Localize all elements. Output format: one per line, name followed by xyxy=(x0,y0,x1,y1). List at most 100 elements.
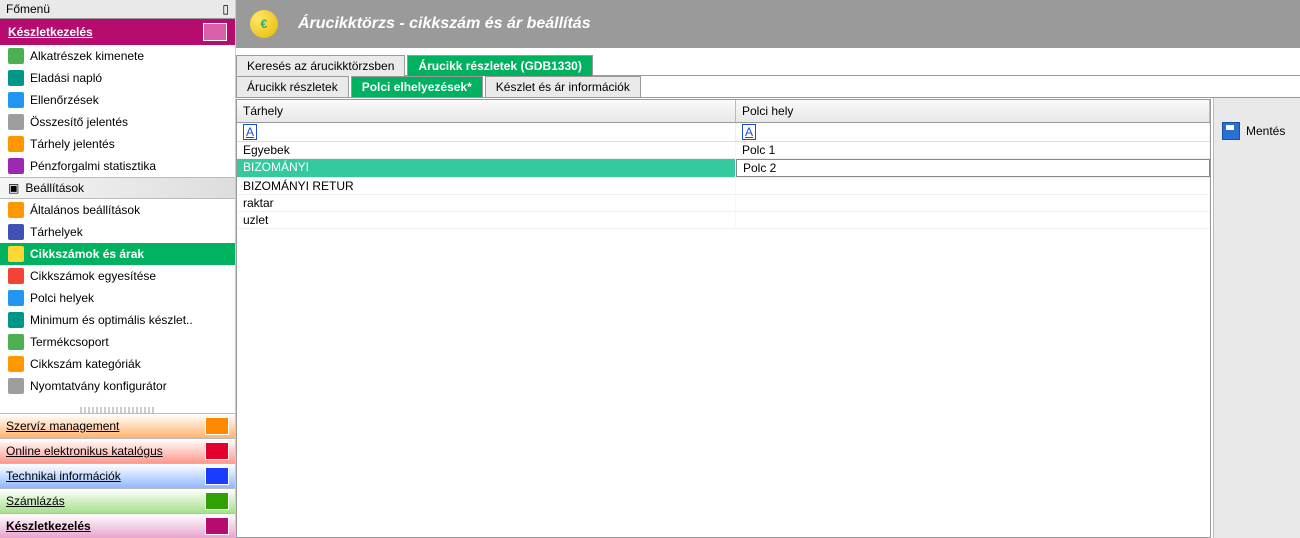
module-bar[interactable]: Technikai információk xyxy=(0,463,235,488)
sidebar-item[interactable]: Alkatrészek kimenete xyxy=(0,45,235,67)
cell-storage[interactable]: BIZOMÁNYI RETUR xyxy=(237,178,736,194)
table-row[interactable]: BIZOMÁNYI RETUR xyxy=(237,178,1210,195)
sidebar-item[interactable]: Termékcsoport xyxy=(0,331,235,353)
sub-tabs: Árucikk részletekPolci elhelyezések*Kész… xyxy=(236,76,1300,98)
filter-shelf[interactable]: A xyxy=(736,123,1210,141)
module-bar-icon xyxy=(205,517,229,535)
sub-tab[interactable]: Árucikk részletek xyxy=(236,76,349,97)
sidebar-item[interactable]: Polci helyek xyxy=(0,287,235,309)
nav-item-icon xyxy=(8,312,24,328)
nav-item-label: Eladási napló xyxy=(30,71,102,85)
module-bar-icon xyxy=(205,442,229,460)
cell-storage[interactable]: Egyebek xyxy=(237,142,736,158)
cell-storage[interactable]: uzlet xyxy=(237,212,736,228)
shelf-input[interactable] xyxy=(743,161,1203,175)
filter-storage[interactable]: A xyxy=(237,123,736,141)
page-title: Árucikktörzs - cikkszám és ár beállítás xyxy=(298,15,591,33)
pin-icon[interactable]: ▯ xyxy=(222,2,229,16)
nav-item-label: Cikkszámok egyesítése xyxy=(30,269,156,283)
euro-icon: € xyxy=(250,10,278,38)
nav-item-icon xyxy=(8,114,24,130)
sidebar-mainmenu-label: Főmenü xyxy=(6,2,50,16)
sidebar-item[interactable]: Cikkszám kategóriák xyxy=(0,353,235,375)
sidebar-section-title: Készletkezelés xyxy=(8,25,93,39)
nav-item-icon xyxy=(8,202,24,218)
sub-tab[interactable]: Készlet és ár információk xyxy=(485,76,641,97)
nav-item-icon xyxy=(8,158,24,174)
nav-item-label: Polci helyek xyxy=(30,291,94,305)
cell-shelf[interactable]: Polc 1 xyxy=(736,142,1210,158)
sidebar-bottom-bars: Szervíz management Online elektronikus ka… xyxy=(0,413,235,538)
table-row[interactable]: EgyebekPolc 1 xyxy=(237,142,1210,159)
nav-item-label: Alkatrészek kimenete xyxy=(30,49,144,63)
sidebar-item[interactable]: Cikkszámok egyesítése xyxy=(0,265,235,287)
nav-item-label: Általános beállítások xyxy=(30,203,140,217)
nav-item-label: Tárhelyek xyxy=(30,225,83,239)
sidebar-item[interactable]: Ellenőrzések xyxy=(0,89,235,111)
module-bar[interactable]: Számlázás xyxy=(0,488,235,513)
sidebar-group-header[interactable]: ▣ Beállítások xyxy=(0,177,235,199)
cell-shelf[interactable] xyxy=(736,159,1210,177)
module-bar-label: Technikai információk xyxy=(6,469,121,483)
nav-item-icon xyxy=(8,378,24,394)
module-bar[interactable]: Online elektronikus katalógus xyxy=(0,438,235,463)
nav-item-icon xyxy=(8,246,24,262)
collapse-icon: ▣ xyxy=(8,181,19,195)
sidebar-section-header[interactable]: Készletkezelés xyxy=(0,19,235,45)
sidebar-nav: Alkatrészek kimenete Eladási napló Ellenőr… xyxy=(0,45,235,407)
nav-item-label: Összesítő jelentés xyxy=(30,115,128,129)
table-row[interactable]: uzlet xyxy=(237,212,1210,229)
save-button[interactable]: Mentés xyxy=(1214,118,1300,144)
nav-item-icon xyxy=(8,334,24,350)
main-tab[interactable]: Keresés az árucikktörzsben xyxy=(236,55,405,76)
sidebar-item[interactable]: Cikkszámok és árak xyxy=(0,243,235,265)
main-panel: € Árucikktörzs - cikkszám és ár beállítá… xyxy=(236,0,1300,538)
module-bar[interactable]: Készletkezelés xyxy=(0,513,235,538)
nav-item-icon xyxy=(8,92,24,108)
nav-item-label: Termékcsoport xyxy=(30,335,109,349)
table-filter-row: A A xyxy=(237,123,1210,142)
nav-item-label: Pénzforgalmi statisztika xyxy=(30,159,156,173)
main-tab[interactable]: Árucikk részletek (GDB1330) xyxy=(407,55,592,76)
nav-item-label: Minimum és optimális készlet.. xyxy=(30,313,193,327)
cell-storage[interactable]: BIZOMÁNYI xyxy=(237,159,736,177)
sidebar-item[interactable]: Pénzforgalmi statisztika xyxy=(0,155,235,177)
sidebar-item[interactable]: Minimum és optimális készlet.. xyxy=(0,309,235,331)
save-icon xyxy=(1222,122,1240,140)
nav-item-icon xyxy=(8,268,24,284)
cell-storage[interactable]: raktar xyxy=(237,195,736,211)
sidebar-mainmenu-header: Főmenü ▯ xyxy=(0,0,235,19)
sub-tab[interactable]: Polci elhelyezések* xyxy=(351,76,483,97)
sidebar-group-label: Beállítások xyxy=(25,181,84,195)
module-bar[interactable]: Szervíz management xyxy=(0,413,235,438)
sidebar-item[interactable]: Tárhelyek xyxy=(0,221,235,243)
sidebar-item[interactable]: Nyomtatvány konfigurátor xyxy=(0,375,235,397)
nav-item-label: Ellenőrzések xyxy=(30,93,99,107)
sidebar-item[interactable]: Tárhely jelentés xyxy=(0,133,235,155)
col-header-shelf[interactable]: Polci hely xyxy=(736,100,1210,122)
module-bar-icon xyxy=(205,492,229,510)
cell-shelf[interactable] xyxy=(736,195,1210,211)
cell-shelf[interactable] xyxy=(736,178,1210,194)
col-header-storage[interactable]: Tárhely xyxy=(237,100,736,122)
nav-item-label: Tárhely jelentés xyxy=(30,137,115,151)
table-row[interactable]: raktar xyxy=(237,195,1210,212)
nav-item-icon xyxy=(8,356,24,372)
sidebar-item[interactable]: Eladási napló xyxy=(0,67,235,89)
module-bar-icon xyxy=(205,467,229,485)
table-row[interactable]: BIZOMÁNYI xyxy=(237,159,1210,178)
cell-shelf[interactable] xyxy=(736,212,1210,228)
nav-item-label: Nyomtatvány konfigurátor xyxy=(30,379,167,393)
action-panel: Mentés xyxy=(1213,98,1300,538)
module-bar-label: Számlázás xyxy=(6,494,65,508)
nav-item-icon xyxy=(8,136,24,152)
sidebar-item[interactable]: Általános beállítások xyxy=(0,199,235,221)
save-button-label: Mentés xyxy=(1246,124,1285,138)
table-header: Tárhely Polci hely xyxy=(237,100,1210,123)
module-bar-label: Online elektronikus katalógus xyxy=(6,444,163,458)
sidebar-item[interactable]: Összesítő jelentés xyxy=(0,111,235,133)
module-bar-label: Készletkezelés xyxy=(6,519,91,533)
sidebar: Főmenü ▯ Készletkezelés Alkatrészek kime… xyxy=(0,0,236,538)
main-tabs: Keresés az árucikktörzsbenÁrucikk részle… xyxy=(236,54,1300,76)
module-bar-label: Szervíz management xyxy=(6,419,119,433)
